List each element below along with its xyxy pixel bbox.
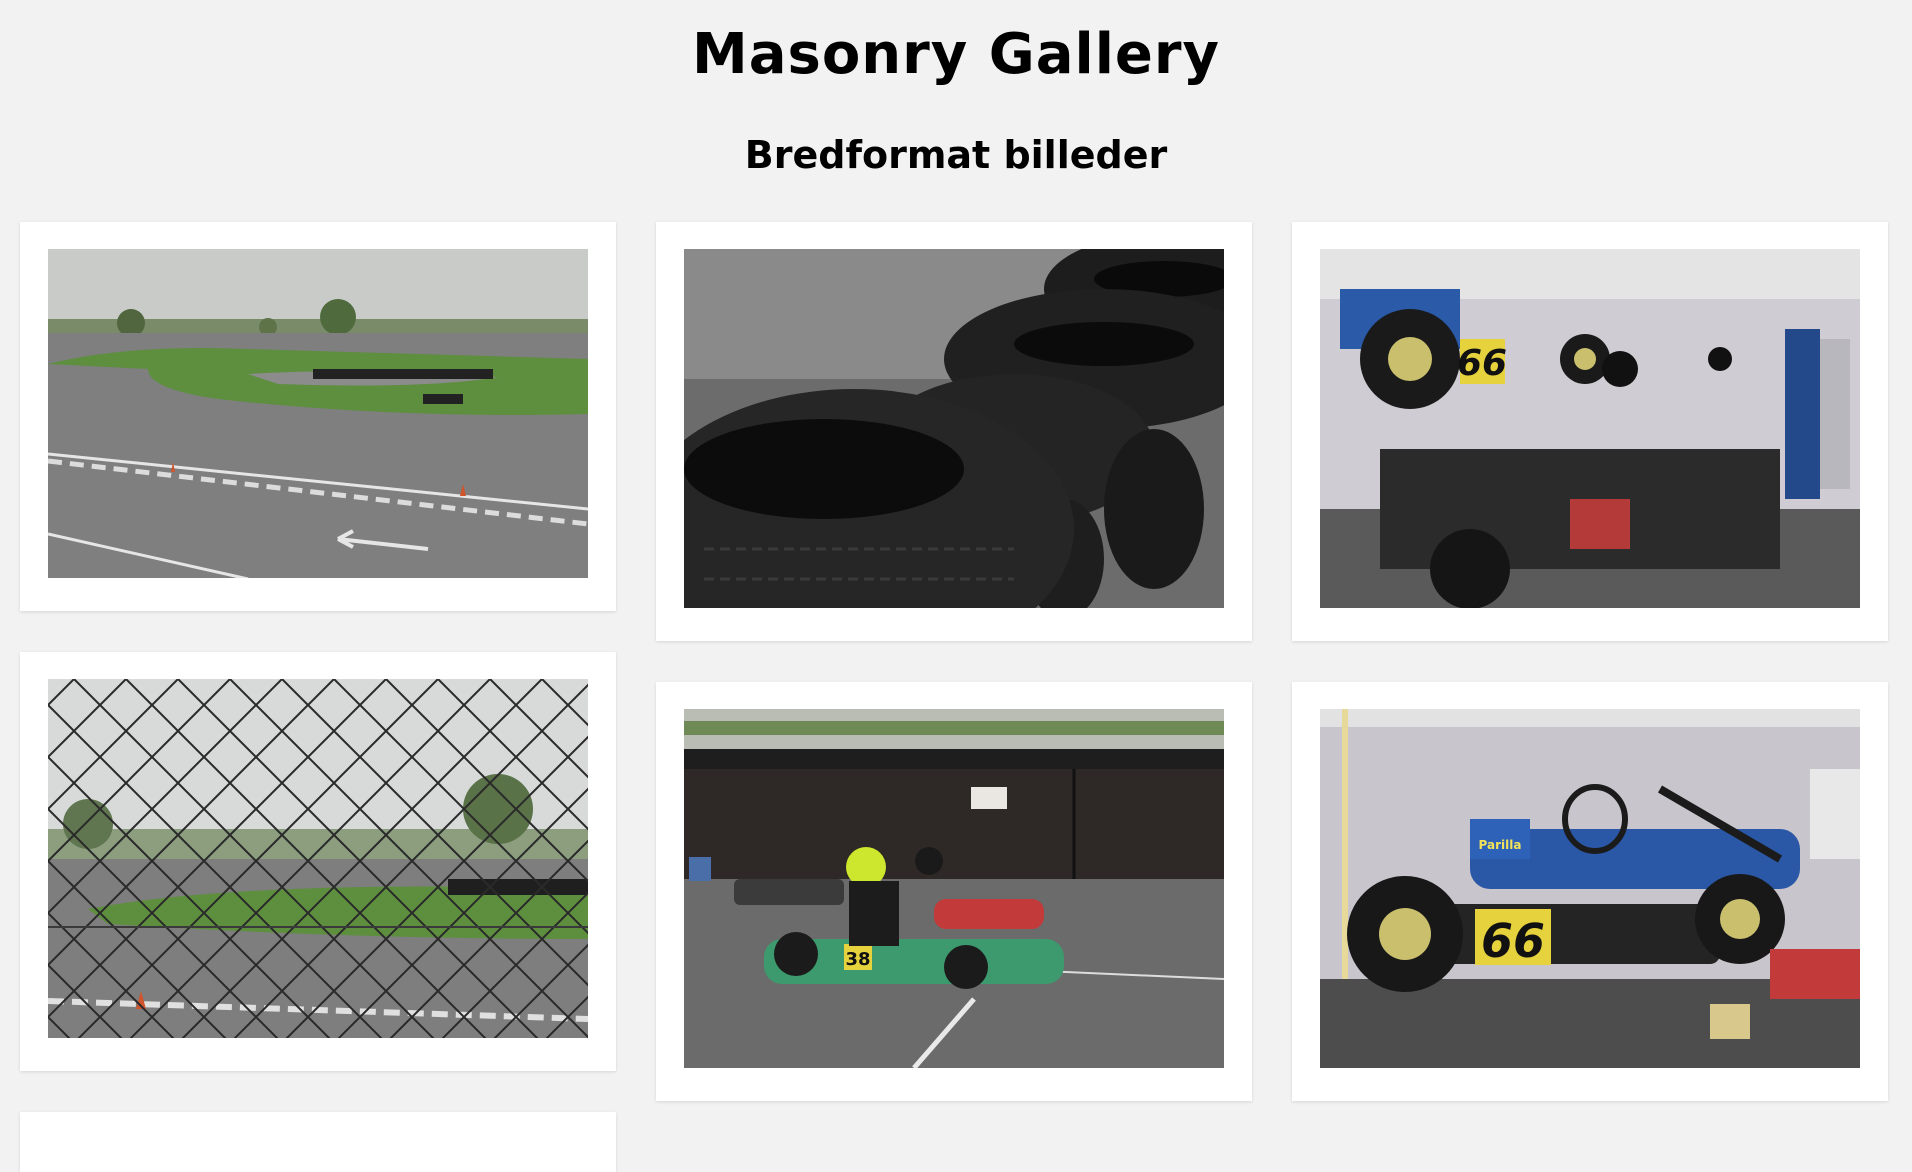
photo-karts-pitlane[interactable]: 38 <box>684 709 1224 1068</box>
gallery-card-kart66[interactable]: Parilla 66 <box>1292 682 1888 1101</box>
gallery-card-track[interactable] <box>20 222 616 611</box>
photo-stacked-tires[interactable] <box>684 249 1224 608</box>
page-title: Masonry Gallery <box>691 22 1221 87</box>
photo-track-fence[interactable] <box>48 679 588 1038</box>
gallery-card-garage[interactable]: 66 <box>1292 222 1888 641</box>
gallery-card-pitlane[interactable]: 38 <box>656 682 1252 1101</box>
photo-karts-garage[interactable]: 66 <box>1320 249 1860 608</box>
gallery-card-partial[interactable] <box>20 1112 616 1172</box>
kart-number-66: 66 <box>1457 343 1507 384</box>
kart-number-66-closeup: 66 <box>1481 914 1545 968</box>
photo-track-curve[interactable] <box>48 249 588 578</box>
gallery-card-fence[interactable] <box>20 652 616 1071</box>
photo-kart-66[interactable]: Parilla 66 <box>1320 709 1860 1068</box>
gallery-subtitle: Bredformat billeder <box>744 133 1168 177</box>
kart-number-38: 38 <box>845 949 870 970</box>
gallery-card-tires[interactable] <box>656 222 1252 641</box>
brand-label: Parilla <box>1479 838 1522 852</box>
